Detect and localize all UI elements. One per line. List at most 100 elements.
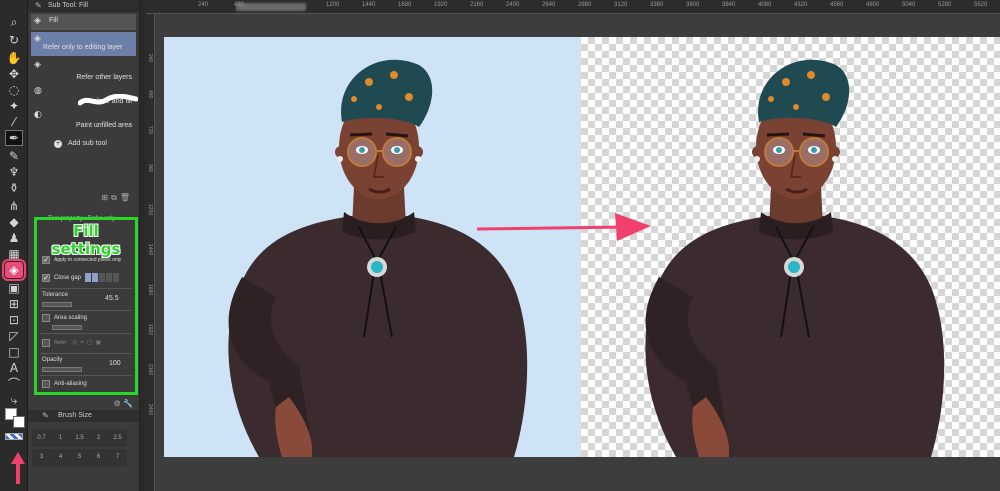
opacity-slider[interactable] [42,367,82,372]
tolerance-label: Tolerance [42,292,69,298]
checkbox-box [42,339,50,347]
pen-icon[interactable]: ✒ [5,130,23,146]
transparent-color-swatch[interactable] [5,433,23,440]
ruler-tick: 5280 [938,2,952,8]
lasso-fill-icon: ◍ [34,86,42,96]
brush-size-panel: ✎ Brush Size 0.7 1 1.5 2 2.5 3 4 5 6 7 [28,410,140,491]
sub-tool-paint-unfilled[interactable]: ◐ Paint unfilled area [31,108,136,130]
plus-icon: + [54,140,62,148]
ruler-tick: 2640 [542,2,556,8]
operation-icon[interactable]: ◸ [5,328,23,344]
ruler-tick: 2400 [506,2,520,8]
hand-icon[interactable]: ✋ [5,50,23,66]
character-illustration [228,59,528,457]
close-gap-checkbox[interactable]: ✓ Close gap [42,273,120,282]
ruler-tick: 5520 [974,2,988,8]
sub-tool-header: ✎ Sub Tool: Fill [28,0,139,12]
fill-settings-callout: Fill settings [51,222,121,258]
sub-tool-actions[interactable]: ⊞⧉🗑 [101,193,133,203]
brush-size-option[interactable]: 0.7 [32,430,51,447]
brush-icon[interactable]: ♆ [5,164,23,180]
correct-line-icon[interactable]: ⤷ [5,392,23,408]
sub-tool-refer-only[interactable]: ◈ Refer only to editing layer [31,32,136,56]
canvas-after[interactable] [581,37,1000,457]
ruler-tick: 240 [147,54,153,63]
canvas-workspace[interactable]: 240 480 1200 1440 1680 1920 2160 2400 26… [146,0,1000,491]
check-icon: ✓ [42,256,50,264]
redacted-filename [236,3,306,11]
ruler-tick: 3600 [686,2,700,8]
rectangle-icon[interactable]: □ [5,344,23,360]
ruler-tick: 4080 [758,2,772,8]
pen-icon: ✎ [35,1,42,10]
close-gap-level[interactable] [85,273,120,282]
fill-bucket-icon: ◈ [34,60,41,70]
text-icon[interactable]: A [5,360,23,376]
opacity-label: Opacity [42,357,63,363]
ruler-icon[interactable]: ⊡ [5,312,23,328]
magic-wand-icon[interactable]: ✦ [5,98,23,114]
pencil-icon[interactable]: ✎ [5,148,23,164]
brush-size-option[interactable]: 5 [70,449,89,466]
wrench-icon[interactable]: ⚙ 🔧 [114,399,133,408]
ruler-tick: 480 [234,2,245,8]
figure-icon[interactable]: ⊞ [5,296,23,312]
brush-size-option[interactable]: 6 [89,449,108,466]
brush-size-option[interactable]: 7 [108,449,127,466]
sub-tool-fill[interactable]: ◈ Fill [31,14,136,30]
eraser-icon[interactable]: ◆ [5,214,23,230]
move-icon[interactable]: ✥ [5,66,23,82]
separator [40,310,132,311]
ruler-tick: 240 [198,2,209,8]
ruler-tick: 1440 [362,2,376,8]
lasso-icon[interactable]: ◌ [5,82,23,98]
brush-size-option[interactable]: 1 [51,430,70,447]
area-scaling-checkbox[interactable]: Area scaling [42,314,87,322]
airbrush-icon[interactable]: ⚱ [5,180,23,196]
opacity-value[interactable]: 100 [109,360,121,367]
refer-layer-checkbox[interactable]: Refer ◎⌖▢▣ [42,339,104,347]
pointer-arrow-icon [11,452,25,484]
blend-icon[interactable]: ♟ [5,230,23,246]
brush-size-option[interactable]: 1.5 [70,430,89,447]
eyedropper-icon[interactable]: ⁄ [5,114,23,130]
tolerance-slider[interactable] [42,302,72,307]
brush-size-option[interactable]: 3 [32,449,51,466]
balloon-icon[interactable]: ⌒ [5,376,23,392]
apply-connected-checkbox[interactable]: ✓ Apply to connected pixels only [42,256,121,264]
brush-size-header: ✎ Brush Size [28,410,139,422]
sub-color-swatch[interactable] [13,416,25,428]
ruler-tick: 1680 [147,284,153,296]
checkbox-box [42,380,50,388]
anti-aliasing-checkbox[interactable]: Anti-aliasing [42,380,87,388]
area-scaling-slider[interactable] [52,325,82,330]
fill-tool-icon[interactable]: ◈ [2,259,26,281]
separator [40,333,132,334]
brush-size-grid: 0.7 1 1.5 2 2.5 3 4 5 6 7 [32,430,132,466]
ruler-tick: 720 [147,126,153,135]
character-illustration-transparent [643,58,946,457]
ruler-tick: 2160 [147,364,153,376]
rotate-icon[interactable]: ↻ [5,32,23,48]
add-sub-tool-button[interactable]: + Add sub tool [54,140,107,148]
ruler-tick: 960 [147,164,153,173]
ruler-tick: 5040 [902,2,916,8]
tool-property-panel: Tool property : Refer only Fill settings… [28,205,140,410]
brush-size-option[interactable]: 2 [89,430,108,447]
canvas-before[interactable] [164,37,581,457]
zoom-icon[interactable]: ⌕ [5,14,23,30]
sub-tool-refer-other[interactable]: ◈ Refer other layers [31,58,136,82]
decoration-icon[interactable]: ⋔ [5,198,23,214]
ruler-tick: 2880 [578,2,592,8]
ruler-tick: 4320 [794,2,808,8]
checkbox-box [42,314,50,322]
gradient-icon[interactable]: ▣ [5,280,23,296]
brush-size-option[interactable]: 2.5 [108,430,127,447]
pen-icon: ✎ [42,411,49,420]
separator [40,375,132,376]
frame-icon[interactable]: ▦ [5,246,23,262]
tolerance-value[interactable]: 45.5 [105,295,119,302]
ruler-tick: 1200 [147,204,153,216]
fill-bucket-icon: ◈ [34,16,41,26]
brush-size-option[interactable]: 4 [51,449,70,466]
